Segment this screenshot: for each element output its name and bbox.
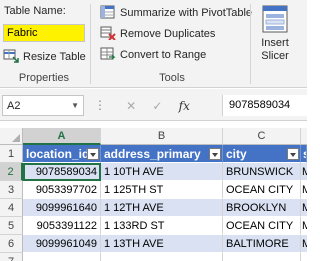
- insert-slicer-label-line2: Slicer: [261, 50, 289, 62]
- filter-dropdown-icon[interactable]: [209, 148, 221, 160]
- pivottable-icon: [100, 5, 116, 22]
- remove-duplicates-label: Remove Duplicates: [120, 28, 216, 40]
- formula-input[interactable]: 9078589034: [222, 95, 307, 116]
- convert-to-range-label: Convert to Range: [120, 49, 207, 61]
- table-header-cell[interactable]: city: [223, 145, 301, 163]
- formula-bar: A2 ▼ ⋮ ✕ ✓ fx 9078589034: [0, 89, 307, 121]
- table-cell[interactable]: OCEAN CITY: [223, 181, 301, 199]
- enter-icon[interactable]: ✓: [152, 99, 162, 113]
- column-headers: A B C: [0, 128, 307, 145]
- select-all-button[interactable]: [0, 128, 23, 145]
- table-cell[interactable]: M: [301, 235, 307, 253]
- table-cell[interactable]: 1 125TH ST: [101, 181, 223, 199]
- table-cell[interactable]: BROOKLYN: [223, 199, 301, 217]
- row-header[interactable]: 4: [0, 199, 23, 217]
- cancel-icon[interactable]: ✕: [126, 99, 136, 113]
- table-row-partial: 7: [0, 253, 307, 261]
- summarize-pivottable-button[interactable]: Summarize with PivotTable: [100, 5, 252, 21]
- table-header-row: 1 location_id address_primary city st: [0, 145, 307, 163]
- table-row: 4 9099961640 1 12TH AVE BROOKLYN M: [0, 199, 307, 217]
- row-header[interactable]: 5: [0, 217, 23, 235]
- tools-group-label: Tools: [159, 72, 185, 84]
- table-cell[interactable]: 9053391122: [23, 217, 101, 235]
- name-box[interactable]: A2 ▼: [2, 95, 84, 116]
- filter-dropdown-icon[interactable]: [287, 148, 299, 160]
- convert-to-range-button[interactable]: Convert to Range: [100, 47, 206, 63]
- table-cell[interactable]: BALTIMORE: [223, 235, 301, 253]
- slicer-icon: [260, 5, 290, 37]
- table-cell[interactable]: [23, 253, 101, 261]
- table-cell[interactable]: [101, 253, 223, 261]
- row-header[interactable]: 1: [0, 145, 23, 163]
- table-rows: 1 location_id address_primary city st 2 …: [0, 145, 307, 261]
- remove-duplicates-icon: [100, 26, 116, 43]
- table-row: 6 9099961049 1 13TH AVE BALTIMORE M: [0, 235, 307, 253]
- filter-dropdown-icon[interactable]: [87, 148, 99, 160]
- properties-group: Table Name: Fabric Resize Table Properti…: [0, 0, 88, 88]
- remove-duplicates-button[interactable]: Remove Duplicates: [100, 26, 215, 42]
- row-header[interactable]: 7: [0, 253, 23, 261]
- resize-table-label: Resize Table: [23, 51, 86, 63]
- resize-table-button[interactable]: Resize Table: [3, 49, 86, 65]
- table-cell[interactable]: 1 12TH AVE: [101, 199, 223, 217]
- table-cell[interactable]: BRUNSWICK: [223, 163, 301, 181]
- table-cell[interactable]: M: [301, 199, 307, 217]
- tools-group: Summarize with PivotTable Remove Duplica…: [92, 0, 252, 88]
- ribbon-separator: [90, 4, 91, 84]
- table-cell[interactable]: M: [301, 217, 307, 235]
- table-cell[interactable]: [223, 253, 301, 261]
- table-header-cell[interactable]: address_primary: [101, 145, 223, 163]
- table-header-cell[interactable]: location_id: [23, 145, 101, 163]
- table-cell[interactable]: 1 133RD ST: [101, 217, 223, 235]
- column-header-d[interactable]: [301, 128, 307, 145]
- table-cell[interactable]: 9099961640: [23, 199, 101, 217]
- ribbon-separator: [250, 4, 251, 84]
- properties-group-label: Properties: [18, 72, 70, 84]
- header-label: city: [226, 147, 247, 161]
- insert-function-icon[interactable]: fx: [179, 99, 190, 113]
- table-cell[interactable]: [301, 253, 307, 261]
- table-cell[interactable]: M: [301, 181, 307, 199]
- table-cell[interactable]: OCEAN CITY: [223, 217, 301, 235]
- summarize-pivottable-label: Summarize with PivotTable: [120, 7, 253, 19]
- insert-slicer-button[interactable]: Insert Slicer: [255, 5, 295, 63]
- table-cell[interactable]: 1 10TH AVE: [101, 163, 223, 181]
- table-cell[interactable]: 9099961049: [23, 235, 101, 253]
- formula-bar-resize-handle[interactable]: ⋮: [94, 98, 106, 112]
- resize-table-icon: [3, 49, 19, 66]
- table-header-cell[interactable]: st: [301, 145, 307, 163]
- column-header-a[interactable]: A: [23, 128, 101, 145]
- header-label: address_primary: [104, 147, 201, 161]
- table-row: 2 9078589034 1 10TH AVE BRUNSWICK M: [0, 163, 307, 181]
- table-row: 5 9053391122 1 133RD ST OCEAN CITY M: [0, 217, 307, 235]
- table-name-input[interactable]: Fabric: [3, 24, 85, 42]
- table-name-label: Table Name:: [4, 5, 66, 17]
- name-box-value: A2: [7, 99, 21, 112]
- row-header[interactable]: 2: [0, 163, 23, 181]
- ribbon: Table Name: Fabric Resize Table Properti…: [0, 0, 307, 88]
- table-cell[interactable]: 9078589034: [23, 163, 101, 181]
- formula-bar-icons: ✕ ✓ fx: [118, 95, 198, 116]
- table-cell[interactable]: 9053397702: [23, 181, 101, 199]
- column-header-b[interactable]: B: [101, 128, 223, 145]
- row-header[interactable]: 6: [0, 235, 23, 253]
- chevron-down-icon[interactable]: ▼: [71, 101, 79, 110]
- row-header[interactable]: 3: [0, 181, 23, 199]
- convert-to-range-icon: [100, 47, 116, 64]
- header-label: location_id: [26, 147, 90, 161]
- table-cell[interactable]: M: [301, 163, 307, 181]
- table-cell[interactable]: 1 13TH AVE: [101, 235, 223, 253]
- worksheet-grid: A B C 1 location_id address_primary city…: [0, 122, 307, 261]
- column-header-c[interactable]: C: [223, 128, 301, 145]
- table-row: 3 9053397702 1 125TH ST OCEAN CITY M: [0, 181, 307, 199]
- insert-slicer-label-line1: Insert: [261, 37, 289, 49]
